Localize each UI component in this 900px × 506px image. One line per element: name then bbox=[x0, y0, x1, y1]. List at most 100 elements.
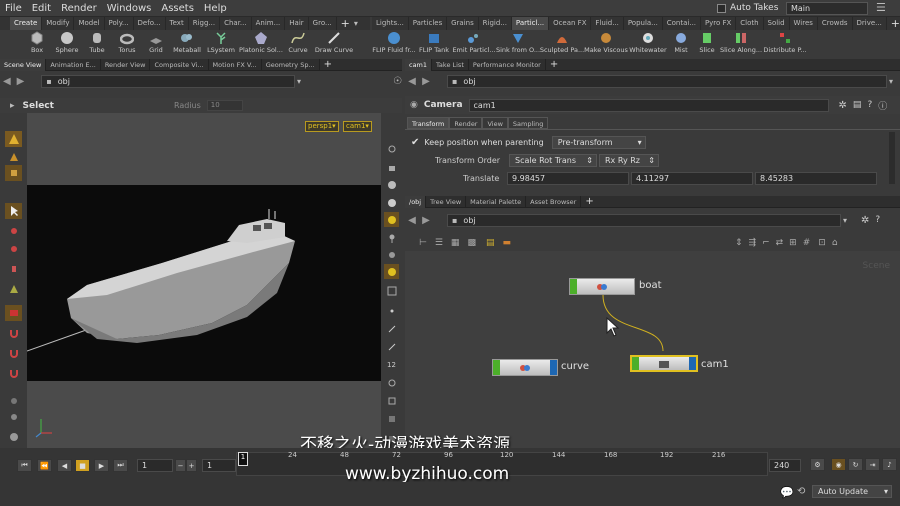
network-back-icon[interactable]: ◀ bbox=[405, 215, 419, 226]
node-curve[interactable] bbox=[492, 359, 558, 376]
tool-torus[interactable]: Torus bbox=[112, 30, 142, 58]
add-param-tab-icon[interactable]: + bbox=[550, 59, 558, 70]
translate-z-field[interactable]: 8.45283 bbox=[755, 172, 877, 185]
shelf-tab-animation[interactable]: Anim... bbox=[252, 17, 286, 30]
tab-asset-browser[interactable]: Asset Browser bbox=[526, 195, 582, 208]
tab-scene-view[interactable]: Scene View bbox=[0, 58, 47, 71]
tool-grid[interactable]: Grid bbox=[142, 30, 170, 58]
shelf-tab-solid[interactable]: Solid bbox=[764, 17, 790, 30]
tab-render[interactable]: Render bbox=[449, 117, 483, 129]
back-icon[interactable]: ◀ bbox=[0, 76, 14, 87]
grab-tool-icon[interactable] bbox=[5, 365, 22, 381]
uv-icon[interactable] bbox=[384, 375, 399, 390]
node-curve-display-flag[interactable] bbox=[493, 360, 500, 375]
menu-assets[interactable]: Assets bbox=[156, 3, 199, 14]
auto-takes-checkbox[interactable] bbox=[717, 3, 726, 13]
node-cam1-display-flag[interactable] bbox=[632, 357, 639, 370]
tab-material-palette[interactable]: Material Palette bbox=[466, 195, 527, 208]
shelf-tab-cloth[interactable]: Cloth bbox=[736, 17, 764, 30]
thumbnail-view-icon[interactable]: ▦ bbox=[451, 238, 460, 248]
tree-layout-icon[interactable]: ⊢ bbox=[419, 238, 427, 248]
help-icon[interactable]: ? bbox=[867, 100, 872, 110]
network-gear-icon[interactable]: ✲ bbox=[861, 215, 869, 226]
shelf-tab-populate[interactable]: Popula... bbox=[624, 17, 663, 30]
tool-sink[interactable]: Sink from O... bbox=[496, 30, 540, 58]
tool-emit-particle[interactable]: Emit Particl... bbox=[452, 30, 496, 58]
shelf-tab-container[interactable]: Contai... bbox=[663, 17, 701, 30]
step-field[interactable]: 1 bbox=[202, 459, 236, 472]
view-tool-icon[interactable] bbox=[5, 165, 22, 181]
node-boat[interactable] bbox=[569, 278, 635, 295]
translate-y-field[interactable]: 4.11297 bbox=[631, 172, 753, 185]
left-path-field[interactable]: ▪ obj bbox=[41, 74, 296, 88]
lock-camera-icon[interactable] bbox=[384, 159, 399, 174]
light-icon[interactable] bbox=[384, 195, 399, 210]
network-grid-icon[interactable]: # bbox=[803, 238, 811, 248]
gear-icon[interactable]: ✲ bbox=[839, 100, 847, 111]
normals-icon[interactable] bbox=[384, 283, 399, 298]
tool-sphere[interactable]: Sphere bbox=[52, 30, 82, 58]
jump-end-button[interactable]: ⏭ bbox=[113, 459, 128, 472]
numbers-icon[interactable]: 12 bbox=[384, 357, 399, 372]
radius-field[interactable]: 10 bbox=[206, 100, 243, 111]
pin-view-icon[interactable] bbox=[384, 230, 399, 245]
guide-icon[interactable] bbox=[384, 411, 399, 426]
scale-tool-icon[interactable] bbox=[5, 261, 22, 277]
shelf-tab-groom[interactable]: Gro... bbox=[309, 17, 337, 30]
forward-icon[interactable]: ▶ bbox=[14, 76, 28, 87]
drop-tool-icon[interactable] bbox=[5, 393, 22, 409]
shelf-tab-grains[interactable]: Grains bbox=[447, 17, 479, 30]
play-button[interactable]: ▶ bbox=[94, 459, 109, 472]
end-frame-field[interactable]: 240 bbox=[769, 459, 801, 472]
tab-performance-monitor[interactable]: Performance Monitor bbox=[469, 58, 546, 71]
take-select[interactable]: Main bbox=[786, 2, 868, 15]
handle-tool-icon[interactable] bbox=[5, 131, 22, 147]
tool-slice-along[interactable]: Slice Along... bbox=[720, 30, 762, 58]
tab-geometry-spreadsheet[interactable]: Geometry Sp... bbox=[262, 58, 320, 71]
shelf-tab-rigid[interactable]: Rigid... bbox=[479, 17, 512, 30]
shelf-tab-hair[interactable]: Hair bbox=[285, 17, 309, 30]
node-cam1[interactable] bbox=[630, 355, 698, 372]
network-path-field[interactable]: ▪ obj bbox=[447, 213, 841, 227]
template-icon[interactable] bbox=[384, 247, 399, 262]
rotate-tool-icon[interactable] bbox=[5, 241, 22, 257]
range-icon[interactable]: ⇥ bbox=[865, 458, 880, 471]
tool-box[interactable]: Box bbox=[22, 30, 52, 58]
tool-sculpted[interactable]: Sculpted Pa... bbox=[540, 30, 584, 58]
list-view-icon[interactable]: ☰ bbox=[435, 238, 443, 248]
tool-lsystem[interactable]: LSystem bbox=[204, 30, 238, 58]
point-numbers-icon[interactable] bbox=[384, 303, 399, 318]
param-path-field[interactable]: ▪ obj bbox=[447, 74, 887, 88]
flags-icon[interactable]: ⊞ bbox=[789, 238, 797, 248]
network-help-icon[interactable]: ? bbox=[875, 215, 880, 225]
tool-whitewater[interactable]: Whitewater bbox=[628, 30, 668, 58]
tool-metaball[interactable]: Metaball bbox=[170, 30, 204, 58]
frame-all-icon[interactable]: ⊡ bbox=[818, 238, 826, 248]
network-box-icon[interactable]: ▬ bbox=[502, 238, 511, 248]
stop-button[interactable]: ■ bbox=[75, 459, 90, 472]
home-icon[interactable]: ⌂ bbox=[832, 238, 838, 248]
shelf-tab-wires[interactable]: Wires bbox=[790, 17, 818, 30]
shading-icon[interactable] bbox=[384, 177, 399, 192]
ghost-icon[interactable] bbox=[384, 212, 399, 227]
keep-position-mode[interactable]: Pre-transform ▾ bbox=[551, 136, 646, 149]
camera-tool-icon[interactable] bbox=[5, 305, 22, 321]
jump-start-button[interactable]: ⏮ bbox=[17, 459, 32, 472]
snap-tool-icon[interactable] bbox=[5, 345, 22, 361]
shelf-tab-character[interactable]: Char... bbox=[220, 17, 252, 30]
tab-take-list[interactable]: Take List bbox=[432, 58, 469, 71]
shelf-tab-particle-fluids[interactable]: Particl... bbox=[511, 17, 550, 30]
tool-make-viscous[interactable]: Make Viscous bbox=[584, 30, 628, 58]
key-options-icon[interactable]: ⚙ bbox=[810, 458, 825, 471]
add-tab-icon[interactable]: + bbox=[324, 59, 332, 70]
loop-icon[interactable]: ↻ bbox=[848, 458, 863, 471]
pin-icon[interactable]: ☉ bbox=[393, 76, 402, 87]
shelf-tab-lights[interactable]: Lights... bbox=[372, 17, 409, 30]
shelf-tab-drive[interactable]: Drive... bbox=[853, 17, 887, 30]
move-tool-icon[interactable] bbox=[5, 223, 22, 239]
tool-flip-fluid[interactable]: FLIP Fluid fr... bbox=[372, 30, 416, 58]
shelf-tab-deform[interactable]: Defo... bbox=[134, 17, 166, 30]
network-forward-icon[interactable]: ▶ bbox=[419, 215, 433, 226]
tab-animation-editor[interactable]: Animation E... bbox=[46, 58, 101, 71]
chat-icon[interactable]: 💬 bbox=[780, 486, 794, 499]
